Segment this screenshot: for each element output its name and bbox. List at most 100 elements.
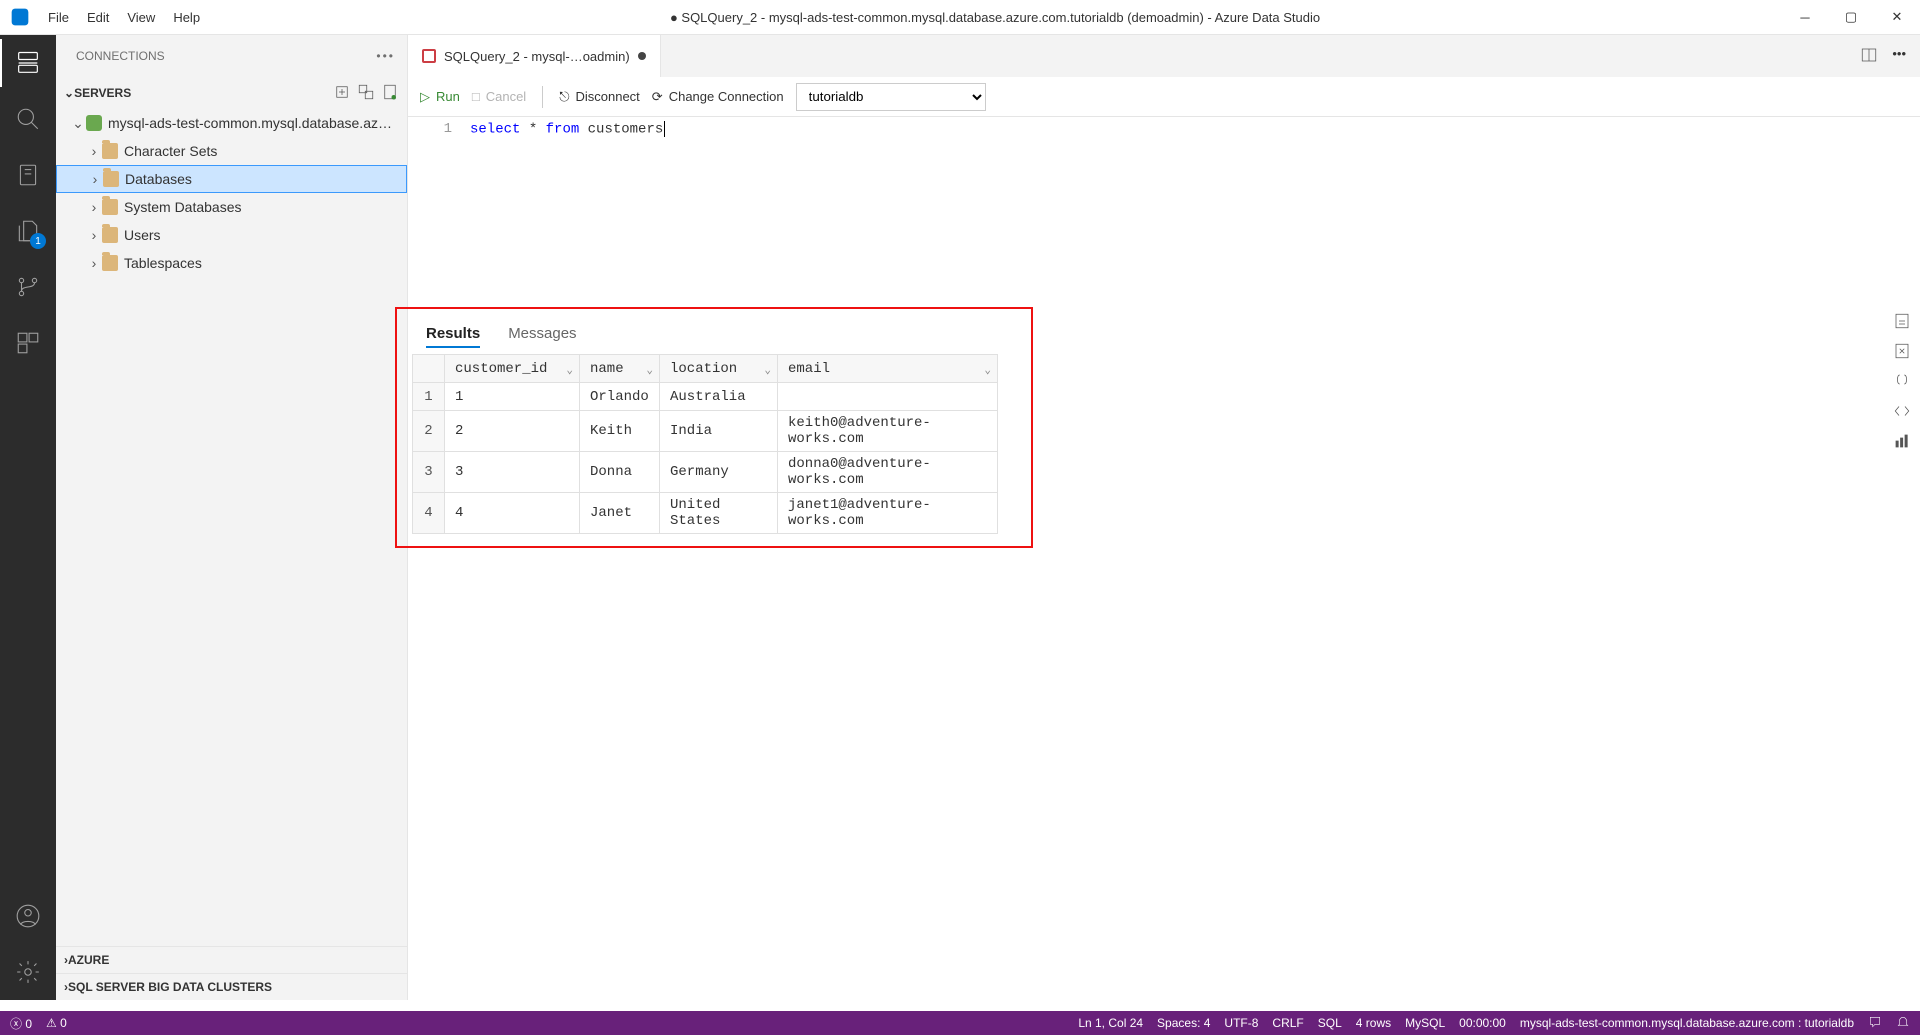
editor-tab-sqlquery2[interactable]: SQLQuery_2 - mysql-…oadmin): [408, 35, 661, 77]
column-header-location[interactable]: location⌄: [660, 355, 778, 383]
cell[interactable]: 4: [445, 493, 580, 534]
split-editor-button[interactable]: [1860, 46, 1878, 67]
table-row[interactable]: 2 2 Keith India keith0@adventure-works.c…: [413, 411, 998, 452]
change-connection-button[interactable]: ⟳ Change Connection: [652, 89, 784, 105]
status-errors[interactable]: ⓧ 0: [10, 1015, 32, 1032]
status-servertype[interactable]: MySQL: [1405, 1016, 1445, 1030]
cell[interactable]: janet1@adventure-works.com: [778, 493, 998, 534]
status-rowcount[interactable]: 4 rows: [1356, 1016, 1391, 1030]
activity-settings[interactable]: [0, 944, 56, 1000]
status-language[interactable]: SQL: [1318, 1016, 1342, 1030]
sidebar-more-button[interactable]: •••: [376, 49, 395, 63]
cell[interactable]: United States: [660, 493, 778, 534]
status-feedback[interactable]: [1868, 1015, 1882, 1032]
activity-account[interactable]: [0, 888, 56, 944]
table-row[interactable]: 3 3 Donna Germany donna0@adventure-works…: [413, 452, 998, 493]
activity-notebooks[interactable]: [0, 147, 56, 203]
activity-explorer[interactable]: 1: [0, 203, 56, 259]
new-group-button[interactable]: [357, 83, 375, 104]
database-select[interactable]: tutorialdb: [796, 83, 986, 111]
save-excel-icon: [1893, 342, 1911, 360]
cell[interactable]: donna0@adventure-works.com: [778, 452, 998, 493]
new-connection-button[interactable]: [333, 83, 351, 104]
cancel-button[interactable]: □ Cancel: [472, 89, 526, 104]
run-button[interactable]: ▷ Run: [420, 89, 460, 105]
section-azure[interactable]: › AZURE: [56, 946, 407, 973]
editor-more-button[interactable]: •••: [1892, 46, 1906, 67]
tree-node-users[interactable]: › Users: [56, 221, 407, 249]
save-csv-button[interactable]: [1892, 311, 1912, 331]
new-connection-icon: [333, 83, 351, 101]
column-header-customer-id[interactable]: customer_id⌄: [445, 355, 580, 383]
status-spaces[interactable]: Spaces: 4: [1157, 1016, 1210, 1030]
cell[interactable]: India: [660, 411, 778, 452]
activity-source-control[interactable]: [0, 259, 56, 315]
cell[interactable]: Keith: [580, 411, 660, 452]
activity-extensions[interactable]: [0, 315, 56, 371]
tree-node-system-databases[interactable]: › System Databases: [56, 193, 407, 221]
tree-label: Users: [124, 227, 161, 243]
cell[interactable]: 2: [445, 411, 580, 452]
column-header-name[interactable]: name⌄: [580, 355, 660, 383]
cell[interactable]: 3: [445, 452, 580, 493]
table-row[interactable]: 1 1 Orlando Australia: [413, 383, 998, 411]
close-button[interactable]: ✕: [1874, 0, 1920, 35]
status-cursor-position[interactable]: Ln 1, Col 24: [1078, 1016, 1143, 1030]
results-panel: Results Messages customer_id⌄ name⌄ loca…: [408, 307, 1920, 1000]
cell[interactable]: Janet: [580, 493, 660, 534]
status-notifications[interactable]: [1896, 1015, 1910, 1032]
row-header-blank: [413, 355, 445, 383]
tree-label: Databases: [125, 171, 192, 187]
tree-node-tablespaces[interactable]: › Tablespaces: [56, 249, 407, 277]
chevron-down-icon: ⌄: [984, 363, 991, 377]
servers-section-header[interactable]: ⌄ SERVERS: [56, 77, 407, 109]
activity-search[interactable]: [0, 91, 56, 147]
cell[interactable]: [778, 383, 998, 411]
minimize-button[interactable]: ─: [1782, 0, 1828, 35]
tree-node-databases[interactable]: › Databases: [56, 165, 407, 193]
save-json-button[interactable]: [1892, 371, 1912, 391]
chevron-down-icon: ⌄: [566, 363, 573, 377]
results-grid[interactable]: customer_id⌄ name⌄ location⌄ email⌄ 1 1 …: [412, 354, 998, 534]
chart-button[interactable]: [1892, 431, 1912, 451]
save-xml-button[interactable]: [1892, 401, 1912, 421]
disconnect-icon: ⎋: [559, 89, 569, 105]
servers-label: SERVERS: [74, 86, 131, 100]
status-warnings[interactable]: ⚠ 0: [46, 1016, 67, 1030]
cell[interactable]: 1: [445, 383, 580, 411]
table-row[interactable]: 4 4 Janet United States janet1@adventure…: [413, 493, 998, 534]
cell[interactable]: Germany: [660, 452, 778, 493]
tree-node-character-sets[interactable]: › Character Sets: [56, 137, 407, 165]
menu-file[interactable]: File: [40, 6, 77, 29]
column-header-email[interactable]: email⌄: [778, 355, 998, 383]
titlebar: File Edit View Help ● SQLQuery_2 - mysql…: [0, 0, 1920, 35]
cell[interactable]: keith0@adventure-works.com: [778, 411, 998, 452]
cell[interactable]: Australia: [660, 383, 778, 411]
new-query-button[interactable]: [381, 83, 399, 104]
folder-icon: [102, 199, 118, 215]
menu-view[interactable]: View: [119, 6, 163, 29]
tab-messages[interactable]: Messages: [508, 325, 576, 348]
disconnect-label: Disconnect: [575, 89, 639, 104]
disconnect-button[interactable]: ⎋ Disconnect: [559, 89, 640, 105]
sql-editor[interactable]: 1 select * from customers: [408, 117, 1920, 307]
menu-help[interactable]: Help: [165, 6, 208, 29]
save-excel-button[interactable]: [1892, 341, 1912, 361]
activity-bar: 1: [0, 35, 56, 1000]
status-connection[interactable]: mysql-ads-test-common.mysql.database.azu…: [1520, 1016, 1854, 1030]
folder-icon: [102, 143, 118, 159]
folder-icon: [103, 171, 119, 187]
tab-results[interactable]: Results: [426, 325, 480, 348]
main-menu: File Edit View Help: [40, 6, 208, 29]
cell[interactable]: Donna: [580, 452, 660, 493]
status-encoding[interactable]: UTF-8: [1224, 1016, 1258, 1030]
menu-edit[interactable]: Edit: [79, 6, 117, 29]
status-eol[interactable]: CRLF: [1272, 1016, 1303, 1030]
section-bigdata[interactable]: › SQL SERVER BIG DATA CLUSTERS: [56, 973, 407, 1000]
status-elapsed[interactable]: 00:00:00: [1459, 1016, 1506, 1030]
cell[interactable]: Orlando: [580, 383, 660, 411]
activity-connections[interactable]: [0, 35, 56, 91]
maximize-button[interactable]: ▢: [1828, 0, 1874, 35]
server-node[interactable]: ⌄ mysql-ads-test-common.mysql.database.a…: [56, 109, 407, 137]
save-csv-icon: [1893, 312, 1911, 330]
